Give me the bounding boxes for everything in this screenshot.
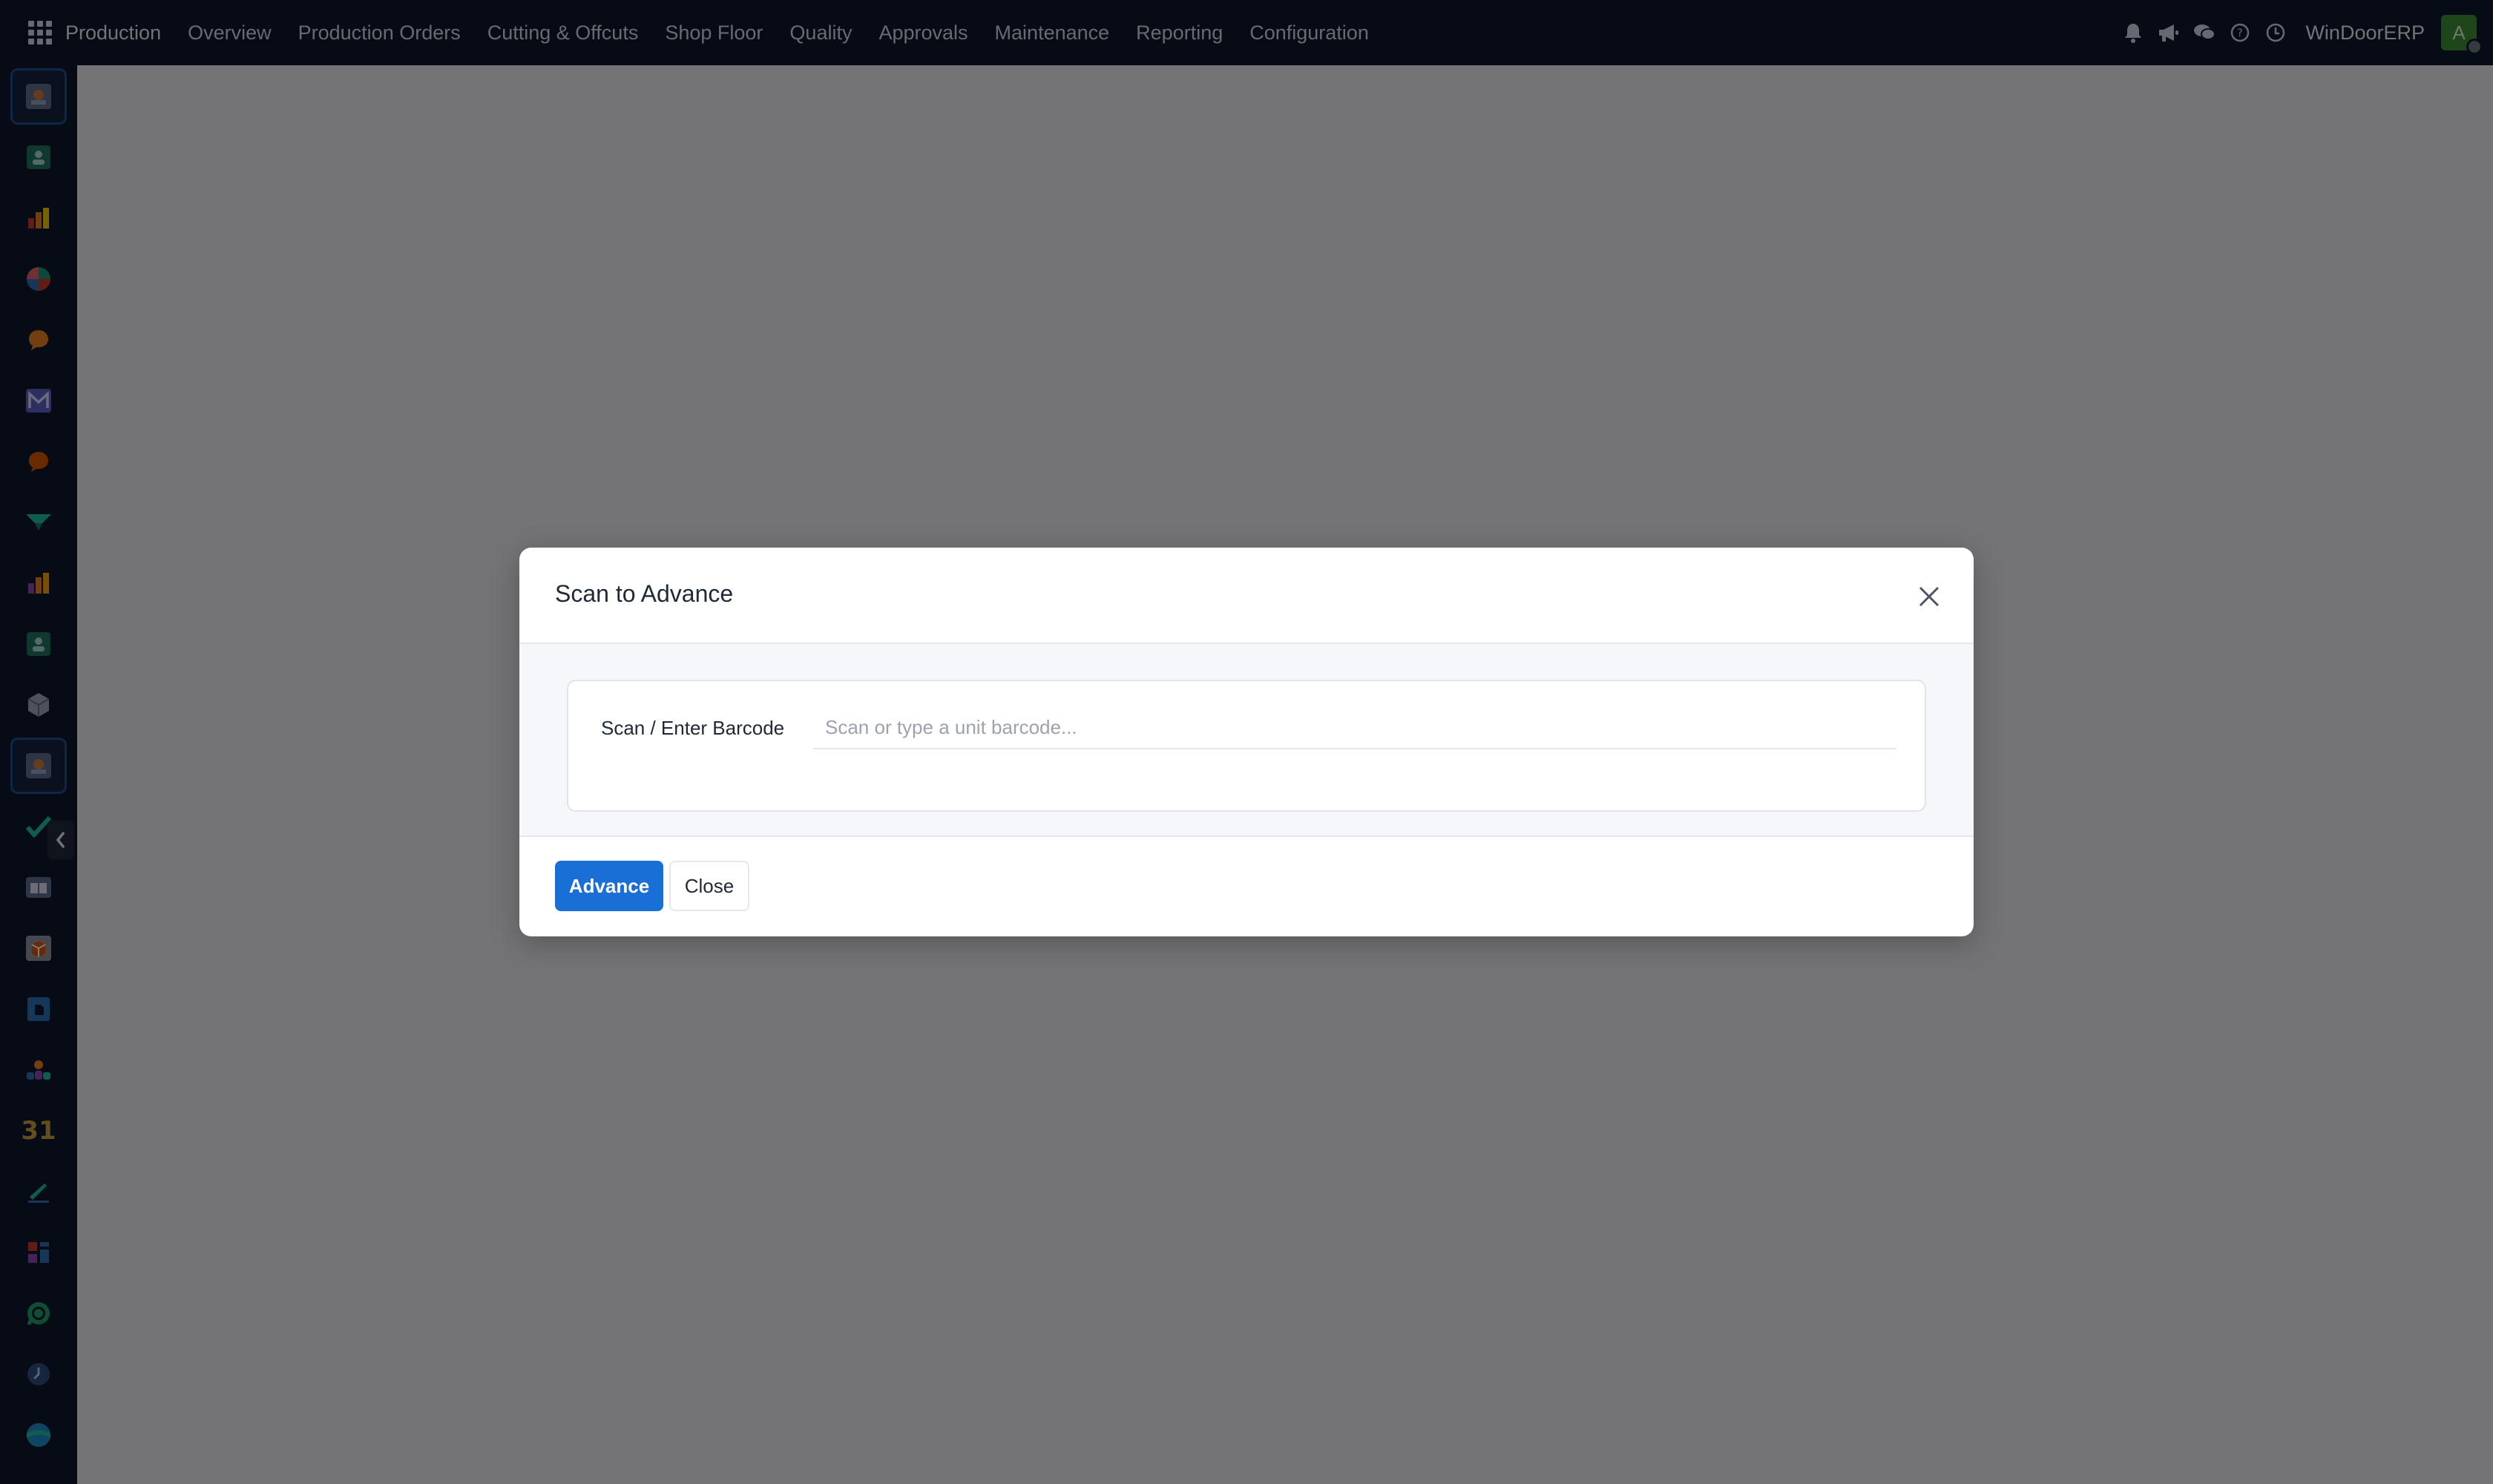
scan-to-advance-dialog: Scan to Advance Scan / Enter Barcode Adv… <box>519 548 1974 936</box>
modal-body: Scan / Enter Barcode <box>519 644 1974 837</box>
modal-title: Scan to Advance <box>555 580 734 607</box>
close-icon <box>1919 586 1939 607</box>
modal-header: Scan to Advance <box>519 548 1974 644</box>
barcode-field-card: Scan / Enter Barcode <box>567 680 1926 812</box>
barcode-field-label: Scan / Enter Barcode <box>601 717 785 739</box>
advance-button[interactable]: Advance <box>555 861 663 911</box>
close-button[interactable]: Close <box>669 861 749 911</box>
modal-close-button[interactable] <box>1911 579 1947 614</box>
modal-footer: Advance Close <box>519 837 1974 936</box>
barcode-input[interactable] <box>813 706 1896 749</box>
